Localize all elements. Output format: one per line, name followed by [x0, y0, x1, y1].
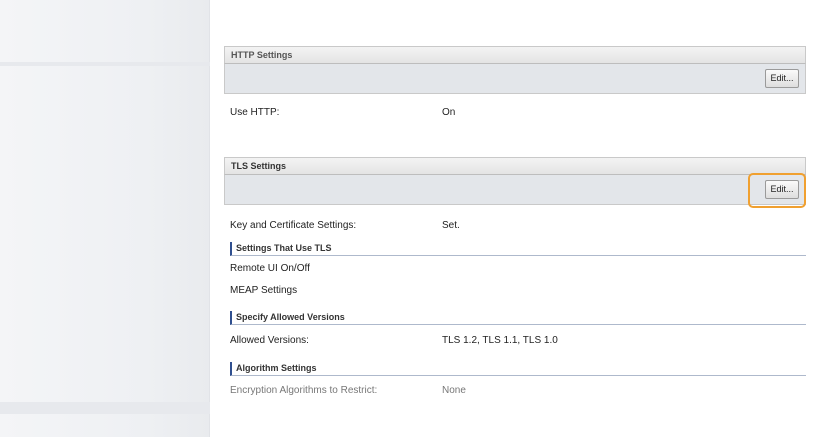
http-edit-button[interactable]: Edit... [765, 69, 799, 88]
http-settings-toolbar: Edit... [224, 64, 806, 94]
sidebar-divider [0, 402, 210, 414]
http-settings-title: HTTP Settings [231, 50, 293, 60]
tls-settings-title: TLS Settings [231, 161, 287, 171]
allowed-versions-value: TLS 1.2, TLS 1.1, TLS 1.0 [442, 335, 558, 346]
main-content: HTTP Settings Edit... Use HTTP: On TLS S… [224, 0, 806, 437]
algorithm-settings-heading: Algorithm Settings [230, 362, 806, 376]
specify-allowed-versions-heading: Specify Allowed Versions [230, 311, 806, 325]
meap-settings-label: MEAP Settings [230, 285, 298, 296]
remote-ui-label: Remote UI On/Off [230, 263, 310, 274]
encryption-algorithms-label: Encryption Algorithms to Restrict: [230, 385, 378, 396]
tls-settings-header: TLS Settings [224, 157, 806, 175]
use-http-value: On [442, 107, 456, 118]
allowed-versions-label: Allowed Versions: [230, 335, 309, 346]
use-http-label: Use HTTP: [230, 107, 280, 118]
settings-that-use-tls-heading: Settings That Use TLS [230, 242, 806, 256]
key-cert-value: Set. [442, 220, 460, 231]
tls-settings-toolbar: Edit... [224, 175, 806, 205]
sidebar-divider [0, 62, 210, 66]
encryption-algorithms-value: None [442, 385, 466, 396]
key-cert-label: Key and Certificate Settings: [230, 220, 357, 231]
sidebar [0, 0, 210, 437]
tls-edit-highlight [748, 173, 806, 208]
http-settings-header: HTTP Settings [224, 46, 806, 64]
